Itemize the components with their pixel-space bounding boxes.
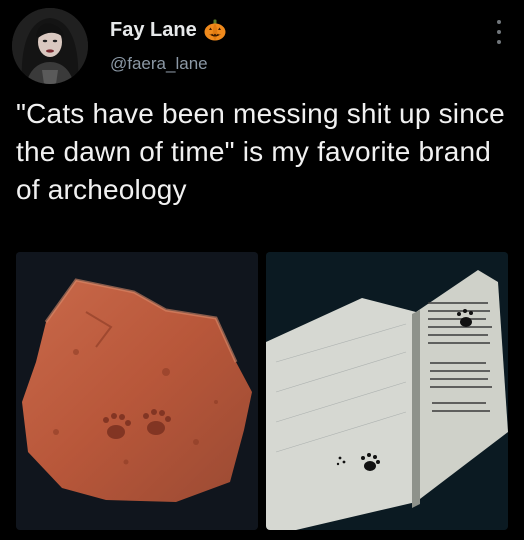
tweet-card: Fay Lane @faera_lane "Cats have been mes… bbox=[0, 0, 524, 540]
media-grid bbox=[16, 252, 508, 530]
author-name-row[interactable]: Fay Lane bbox=[110, 18, 227, 42]
avatar[interactable] bbox=[12, 8, 88, 84]
pumpkin-icon bbox=[203, 18, 227, 42]
author-handle[interactable]: @faera_lane bbox=[110, 54, 208, 74]
display-name[interactable]: Fay Lane bbox=[110, 19, 197, 42]
manuscript-paw-prints-photo[interactable] bbox=[266, 252, 508, 530]
brick-paw-prints-photo[interactable] bbox=[16, 252, 258, 530]
more-options-icon[interactable] bbox=[492, 20, 506, 44]
tweet-text: "Cats have been messing shit up since th… bbox=[16, 98, 505, 205]
